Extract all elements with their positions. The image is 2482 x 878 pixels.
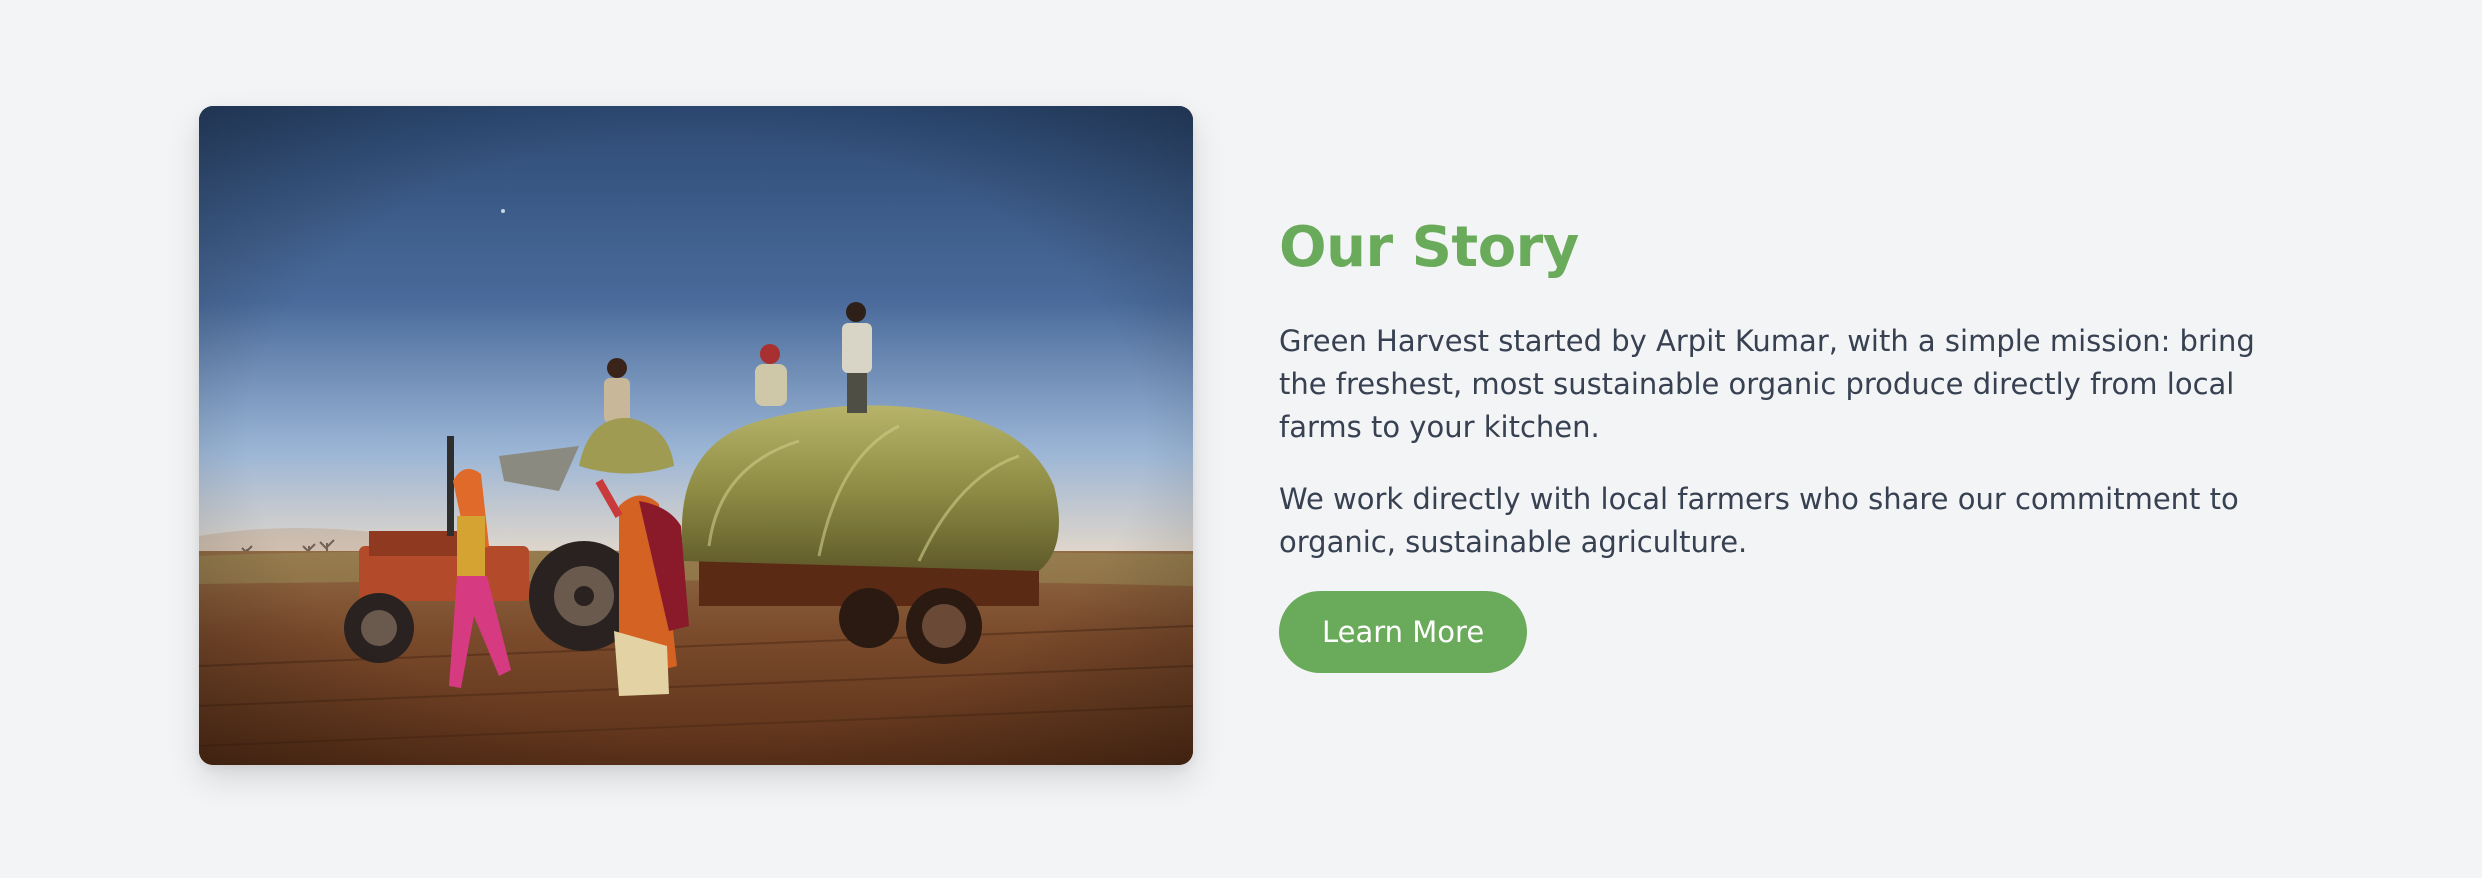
story-content: Our Story Green Harvest started by Arpit… <box>1279 212 2279 673</box>
farm-harvest-illustration <box>199 106 1193 765</box>
farm-harvest-photo <box>199 106 1193 765</box>
learn-more-button[interactable]: Learn More <box>1279 591 1528 673</box>
story-paragraph-farmers: We work directly with local farmers who … <box>1279 482 2239 559</box>
story-paragraph-mission: Green Harvest started by Arpit Kumar, wi… <box>1279 324 2255 444</box>
section-title: Our Story <box>1279 215 1579 280</box>
our-story-section: Our Story Green Harvest started by Arpit… <box>0 0 2482 878</box>
